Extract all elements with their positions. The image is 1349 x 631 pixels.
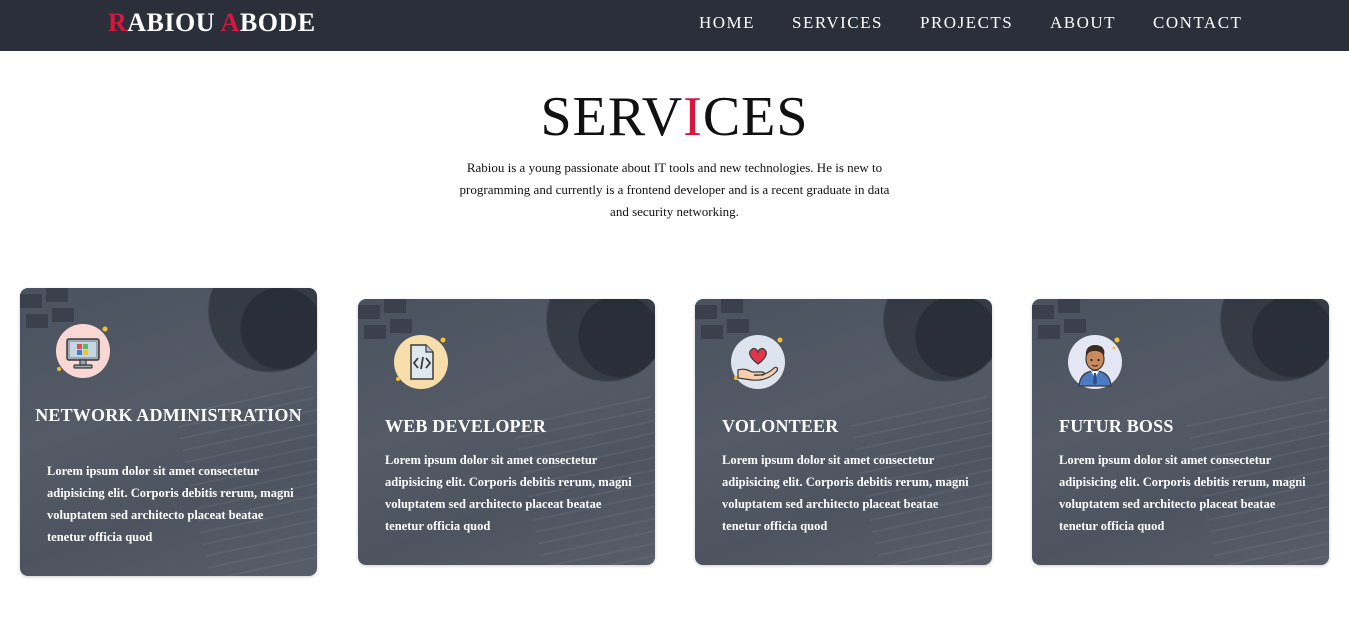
card-text: Lorem ipsum dolor sit amet consectetur a… — [722, 453, 969, 533]
card-title: WEB DEVELOPER — [385, 416, 547, 436]
section-title-start: SERV — [540, 86, 684, 148]
service-card-volonteer[interactable]: VOLONTEER Lorem ipsum dolor sit amet con… — [695, 299, 992, 565]
card-title: NETWORK ADMINISTRATION — [35, 405, 302, 425]
card-title: VOLONTEER — [722, 416, 839, 436]
nav-link-about[interactable]: ABOUT — [1050, 13, 1116, 33]
businessman-avatar-icon — [1067, 334, 1123, 390]
card-text: Lorem ipsum dolor sit amet consectetur a… — [1059, 453, 1306, 533]
code-file-icon — [393, 334, 449, 390]
section-title: SERVICES — [0, 84, 1349, 150]
nav-link-contact[interactable]: CONTACT — [1153, 13, 1242, 33]
card-text: Lorem ipsum dolor sit amet consectetur a… — [385, 453, 632, 533]
main-nav: HOME SERVICES PROJECTS ABOUT CONTACT — [0, 13, 1349, 35]
nav-link-home[interactable]: HOME — [699, 13, 755, 33]
computer-monitor-icon — [55, 323, 111, 379]
nav-link-projects[interactable]: PROJECTS — [920, 13, 1013, 33]
service-card-futur-boss[interactable]: FUTUR BOSS Lorem ipsum dolor sit amet co… — [1032, 299, 1329, 565]
navbar: RABIOU ABODE HOME SERVICES PROJECTS ABOU… — [0, 0, 1349, 51]
nav-link-services[interactable]: SERVICES — [792, 13, 883, 33]
section-description: Rabiou is a young passionate about IT to… — [459, 160, 890, 219]
section-title-end: CES — [702, 86, 809, 148]
card-text: Lorem ipsum dolor sit amet consectetur a… — [47, 464, 294, 544]
heart-hand-icon — [730, 334, 786, 390]
section-title-accent: I — [683, 86, 703, 148]
card-title: FUTUR BOSS — [1059, 416, 1174, 436]
service-card-network-administration[interactable]: NETWORK ADMINISTRATION Lorem ipsum dolor… — [20, 288, 317, 576]
service-card-web-developer[interactable]: WEB DEVELOPER Lorem ipsum dolor sit amet… — [358, 299, 655, 565]
